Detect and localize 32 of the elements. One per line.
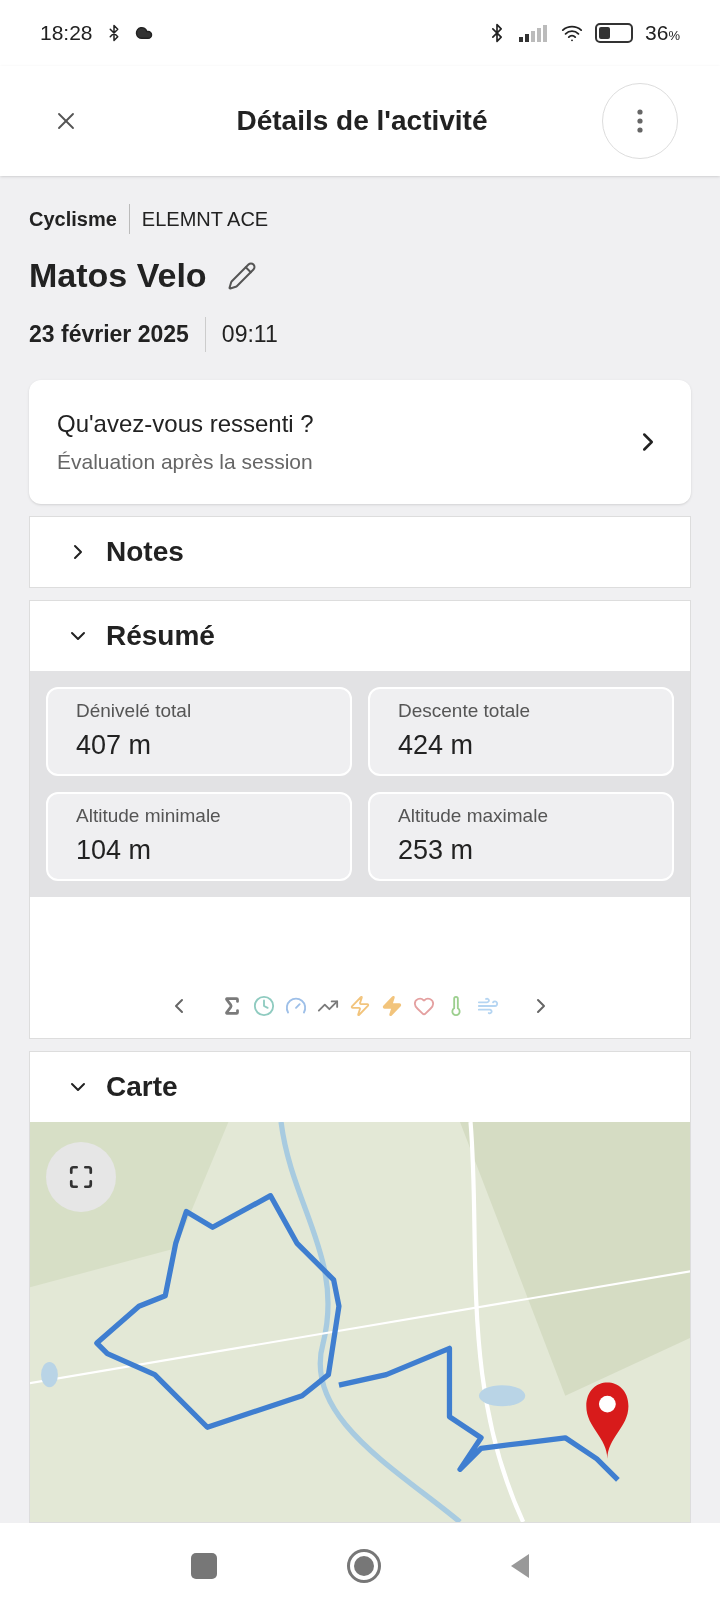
sport-type: Cyclisme [29, 204, 130, 234]
section-title[interactable]: Notes [106, 530, 184, 573]
stat-value: 253 m [398, 834, 475, 867]
feeling-title: Qu'avez-vous ressenti ? [57, 408, 314, 439]
fullscreen-icon [68, 1163, 94, 1190]
device-name: ELEMNT ACE [140, 207, 269, 232]
stat-label: Dénivelé total [76, 698, 193, 723]
stat-value: 407 m [76, 729, 153, 762]
pencil-icon [226, 260, 257, 291]
cloud-icon [134, 24, 153, 42]
back-button[interactable] [511, 1553, 529, 1578]
feeling-card[interactable]: Qu'avez-vous ressenti ? Évaluation après la session [29, 379, 691, 504]
stat-label: Altitude minimale [76, 803, 222, 828]
home-button[interactable] [347, 1548, 381, 1583]
section-title[interactable]: Résumé [106, 614, 215, 657]
battery-icon [595, 23, 634, 43]
status-time: 18:28 [40, 20, 93, 47]
more-options-icon [637, 109, 643, 133]
activity-time: 09:11 [220, 320, 278, 349]
stat-label: Descente totale [398, 698, 532, 723]
signal-icon [519, 24, 550, 42]
page-title: Détails de l'activité [236, 104, 488, 138]
section-title[interactable]: Carte [106, 1065, 178, 1108]
edit-button[interactable] [226, 260, 257, 291]
feeling-subtitle: Évaluation après la session [57, 448, 314, 475]
activity-name: Matos Velo [29, 255, 207, 296]
stat-value: 104 m [76, 834, 153, 867]
activity-date: 23 février 2025 [29, 317, 206, 352]
battery-percent: 36% [645, 20, 680, 47]
stat-label: Altitude maximale [398, 803, 549, 828]
stat-value: 424 m [398, 729, 475, 762]
recent-apps-button[interactable] [191, 1552, 217, 1579]
